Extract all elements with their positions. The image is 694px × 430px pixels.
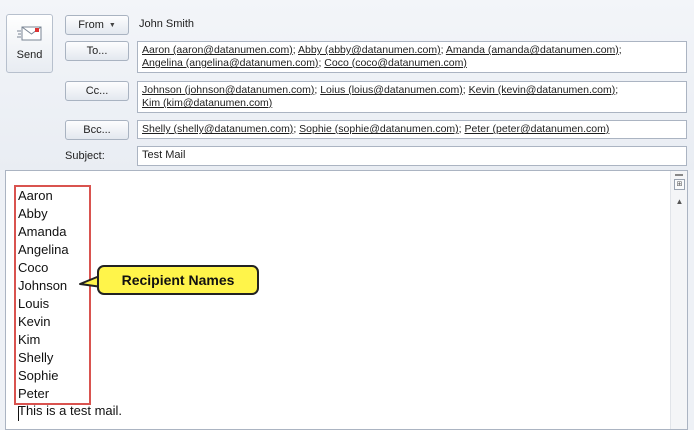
bcc-field[interactable]: Shelly (shelly@datanumen.com); Sophie (s… [137, 120, 687, 139]
recipient-names-callout: Recipient Names [97, 265, 259, 295]
list-item: Aaron [18, 188, 53, 203]
list-item: Angelina [18, 242, 69, 257]
list-item: Coco [18, 260, 49, 275]
send-button-label: Send [16, 49, 43, 61]
from-value: John Smith [139, 18, 195, 30]
bcc-button-label: Bcc... [83, 124, 111, 136]
list-item: Sophie [18, 368, 59, 383]
bcc-recipient[interactable]: Shelly (shelly@datanumen.com) [142, 123, 293, 135]
message-header: Send From ▼ John Smith To... Aaron (aaro… [0, 0, 694, 170]
to-button-label: To... [86, 45, 108, 57]
to-recipient[interactable]: Angelina (angelina@datanumen.com) [142, 57, 318, 69]
from-button-label: From [78, 19, 104, 31]
cc-recipient[interactable]: Kim (kim@datanumen.com) [142, 97, 272, 109]
to-recipient[interactable]: Abby (abby@datanumen.com) [298, 44, 441, 56]
list-item: Kim [18, 332, 41, 347]
bcc-recipient[interactable]: Peter (peter@datanumen.com) [465, 123, 610, 135]
list-item: Shelly [18, 350, 54, 365]
from-button[interactable]: From ▼ [65, 15, 129, 35]
scrollbar-grip-icon [675, 174, 683, 176]
recipient-names-list: Aaron Abby Amanda Angelina Coco Johnson … [18, 187, 69, 403]
body-text: This is a test mail. [18, 403, 123, 418]
page-view-icon[interactable]: ⊞ [674, 179, 685, 190]
list-item: Peter [18, 386, 50, 401]
callout-text: Recipient Names [121, 272, 235, 288]
bcc-button[interactable]: Bcc... [65, 120, 129, 140]
list-item: Amanda [18, 224, 67, 239]
to-button[interactable]: To... [65, 41, 129, 61]
list-item: Johnson [18, 278, 68, 293]
cc-recipient[interactable]: Kevin (kevin@datanumen.com) [469, 84, 616, 96]
list-item: Abby [18, 206, 48, 221]
send-mail-icon [16, 26, 41, 41]
scroll-up-icon[interactable]: ▲ [673, 195, 686, 208]
bcc-recipient[interactable]: Sophie (sophie@datanumen.com) [299, 123, 459, 135]
send-button[interactable]: Send [6, 14, 53, 73]
cc-button[interactable]: Cc... [65, 81, 129, 101]
list-item: Louis [18, 296, 50, 311]
chevron-down-icon: ▼ [108, 21, 116, 29]
to-recipient[interactable]: Amanda (amanda@datanumen.com) [446, 44, 619, 56]
list-item: Kevin [18, 314, 51, 329]
subject-value: Test Mail [142, 149, 186, 161]
cc-recipient[interactable]: Johnson (johnson@datanumen.com) [142, 84, 314, 96]
cc-button-label: Cc... [85, 85, 109, 97]
cc-field[interactable]: Johnson (johnson@datanumen.com); Loius (… [137, 81, 687, 113]
subject-input[interactable]: Test Mail [137, 146, 687, 166]
to-recipient[interactable]: Aaron (aaron@datanumen.com) [142, 44, 293, 56]
to-recipient[interactable]: Coco (coco@datanumen.com) [324, 57, 467, 69]
subject-label: Subject: [65, 150, 105, 162]
to-field[interactable]: Aaron (aaron@datanumen.com); Abby (abby@… [137, 41, 687, 73]
cc-recipient[interactable]: Loius (loius@datanumen.com) [320, 84, 463, 96]
message-body[interactable]: Aaron Abby Amanda Angelina Coco Johnson … [5, 170, 688, 430]
vertical-scrollbar[interactable]: ⊞ ▲ [670, 171, 687, 429]
